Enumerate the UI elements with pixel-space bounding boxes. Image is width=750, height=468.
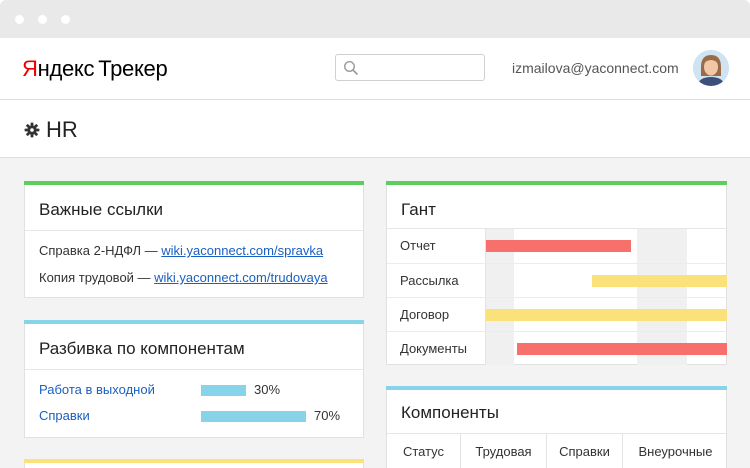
component-bar [201, 385, 246, 396]
window-maximize-dot[interactable] [61, 15, 70, 24]
queue-name: HR [46, 117, 78, 142]
dashboard: Важные ссылки Справка 2-НДФЛ — wiki.yaco… [0, 158, 750, 468]
bottom-widget [24, 459, 364, 468]
gantt-task-bar[interactable] [592, 275, 727, 287]
component-row: Справки 70% [39, 408, 359, 424]
table-column-header[interactable]: Внеурочные [623, 434, 728, 468]
component-link[interactable]: Справки [39, 408, 90, 423]
table-column-header[interactable]: Статус [387, 434, 461, 468]
gantt-task-label: Рассылка [400, 273, 459, 288]
user-email[interactable]: izmailova@yaconnect.com [512, 60, 679, 76]
link-item-label: Копия трудовой — [39, 270, 155, 285]
search-input[interactable] [335, 54, 485, 81]
window-close-dot[interactable] [15, 15, 24, 24]
gantt-task-label: Документы [400, 341, 468, 356]
gantt-task-bar[interactable] [486, 309, 727, 321]
gantt-row[interactable]: Договор [387, 297, 727, 331]
gantt-task-bar[interactable] [486, 240, 631, 252]
link-item: Справка 2-НДФЛ — wiki.yaconnect.com/spra… [39, 243, 323, 258]
important-links-widget: Важные ссылки Справка 2-НДФЛ — wiki.yaco… [24, 181, 364, 298]
component-percent: 70% [314, 408, 341, 423]
gantt-task-label: Отчет [400, 238, 436, 253]
component-link[interactable]: Работа в выходной [39, 382, 155, 397]
widget-accent-bar [386, 386, 727, 390]
widget-title: Гант [401, 200, 436, 219]
gantt-task-label: Договор [400, 307, 450, 322]
widget-title: Важные ссылки [39, 200, 164, 219]
table-column-header[interactable]: Трудовая [461, 434, 547, 468]
widget-accent-bar [24, 320, 364, 324]
gantt-task-bar[interactable] [517, 343, 727, 355]
window-titlebar [0, 0, 750, 38]
widget-accent-bar [24, 181, 364, 185]
table-column-header[interactable]: Справки [547, 434, 623, 468]
gantt-divider [485, 264, 486, 297]
components-breakdown-widget: Разбивка по компонентам Работа в выходно… [24, 320, 364, 438]
table-header-row: Статус Трудовая Справки Внеурочные [387, 434, 726, 468]
link-item-label: Справка 2-НДФЛ — [39, 243, 162, 258]
app-header: Яндекс Трекер izmailova@yaconnect.com [0, 38, 750, 100]
gantt-row[interactable]: Отчет [387, 229, 726, 263]
search-icon [343, 60, 358, 75]
queue-title: HR [24, 117, 78, 143]
link-item-url[interactable]: wiki.yaconnect.com/trudovaya [154, 270, 327, 285]
widget-divider [25, 369, 363, 370]
widget-title: Компоненты [401, 403, 499, 422]
avatar-photo-icon [693, 50, 729, 86]
gantt-row[interactable]: Документы [387, 331, 727, 365]
component-bar [201, 411, 306, 422]
link-item-url[interactable]: wiki.yaconnect.com/spravka [161, 243, 323, 258]
gantt-divider [485, 332, 486, 365]
widget-title: Разбивка по компонентам [39, 339, 245, 358]
queue-header: HR [0, 100, 750, 158]
component-percent: 30% [254, 382, 281, 397]
logo-product: Трекер [98, 56, 168, 81]
logo-brand-rest: ндекс [37, 56, 95, 81]
widget-accent-bar [24, 459, 364, 463]
gear-icon[interactable] [24, 122, 40, 138]
gantt-row[interactable]: Рассылка [387, 263, 727, 297]
components-table-widget: Компоненты Статус Трудовая Справки Внеур… [386, 386, 727, 468]
gantt-widget: Гант Отчет Рассылка Договор Документы [386, 181, 727, 365]
link-item: Копия трудовой — wiki.yaconnect.com/trud… [39, 270, 328, 285]
logo-brand-first: Я [22, 56, 38, 81]
widget-accent-bar [386, 181, 727, 185]
widget-divider [25, 230, 363, 231]
component-row: Работа в выходной 30% [39, 382, 359, 398]
app-logo[interactable]: Яндекс Трекер [22, 56, 168, 82]
window-minimize-dot[interactable] [38, 15, 47, 24]
user-avatar[interactable] [693, 50, 729, 86]
